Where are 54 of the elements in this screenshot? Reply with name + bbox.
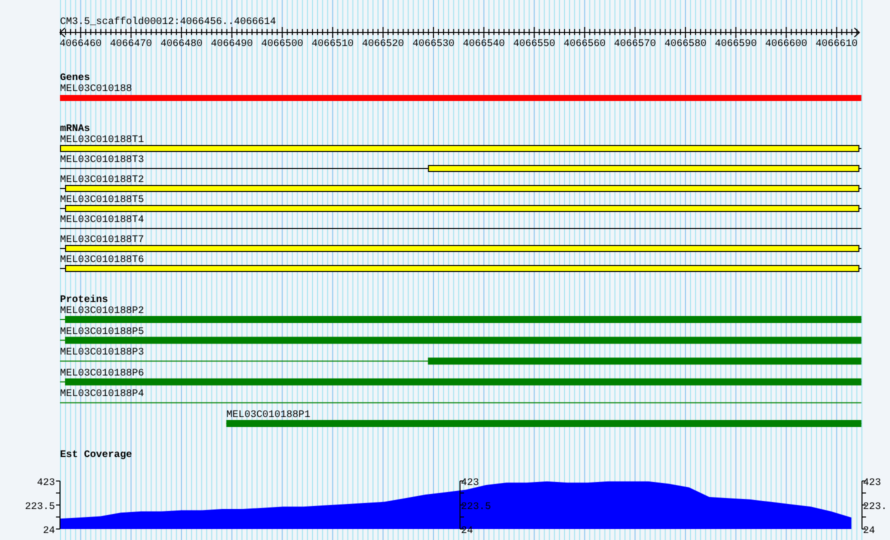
transcript-glyph[interactable] — [60, 145, 862, 152]
transcript-glyph[interactable] — [60, 265, 862, 272]
ruler-tick-label: 4066460 — [60, 39, 102, 50]
protein-glyph[interactable] — [60, 336, 862, 344]
location-title: CM3.5_scaffold00012:4066456..4066614 — [60, 17, 276, 28]
feature-label[interactable]: MEL03C010188T5 — [60, 195, 144, 206]
feature-label[interactable]: MEL03C010188T2 — [60, 175, 144, 186]
feature-label[interactable]: MEL03C010188P1 — [226, 410, 310, 421]
ruler-tick-label: 4066510 — [312, 39, 354, 50]
ruler-tick-label: 4066600 — [765, 39, 808, 50]
ruler-tick-label: 4066480 — [160, 39, 202, 50]
feature-label[interactable]: MEL03C010188T1 — [60, 135, 144, 146]
transcript-glyph[interactable] — [60, 185, 862, 192]
feature-label[interactable]: MEL03C010188P6 — [60, 368, 144, 380]
y-axis — [56, 480, 60, 530]
track-title: Est Coverage — [60, 450, 132, 461]
transcript-glyph[interactable] — [60, 165, 862, 172]
feature-label[interactable]: MEL03C010188P2 — [60, 306, 144, 317]
feature-label[interactable]: MEL03C010188T3 — [60, 155, 144, 166]
ruler-tick-label: 4066520 — [362, 39, 404, 50]
ruler-tick-label: 4066560 — [564, 39, 606, 50]
feature-label[interactable]: MEL03C010188P3 — [60, 348, 144, 359]
ruler-tick-label: 4066580 — [664, 39, 706, 50]
transcript-glyph[interactable] — [60, 205, 862, 212]
axis-tick-label: 223.5 — [461, 502, 492, 513]
ruler-tick-label: 4066490 — [210, 39, 253, 50]
protein-glyph[interactable] — [60, 378, 862, 386]
ruler-tick-label: 4066530 — [412, 39, 454, 50]
ruler-tick-label: 4066590 — [714, 39, 757, 50]
track-title: Proteins — [60, 295, 108, 306]
axis-tick-label: 223. — [863, 502, 888, 513]
feature-label[interactable]: MEL03C010188T4 — [60, 215, 144, 226]
ruler-tick-label: 4066500 — [261, 39, 304, 50]
axis-tick-label: 423 — [863, 478, 882, 489]
axis-tick-label: 423 — [461, 478, 480, 489]
ruler-tick-label: 4066610 — [816, 39, 858, 50]
axis-tick-label: 223.5 — [24, 502, 55, 513]
axis-tick-label: 24 — [42, 526, 55, 537]
feature-label[interactable]: MEL03C010188T7 — [60, 235, 144, 246]
feature-label[interactable]: MEL03C010188P4 — [60, 389, 144, 400]
axis-tick-label: 24 — [863, 526, 876, 537]
feature-label[interactable]: MEL03C010188 — [60, 84, 132, 95]
protein-glyph[interactable] — [60, 358, 862, 365]
axis-tick-label: 423 — [36, 478, 55, 489]
ruler-tick-label: 4066540 — [462, 39, 505, 50]
track-title: Genes — [60, 73, 90, 84]
ruler-tick-label: 4066570 — [614, 39, 656, 50]
track-title: mRNAs — [60, 124, 90, 135]
feature-label[interactable]: MEL03C010188T6 — [60, 255, 144, 266]
feature-label[interactable]: MEL03C010188P5 — [60, 326, 144, 338]
axis-tick-label: 24 — [461, 526, 474, 537]
transcript-glyph[interactable] — [60, 245, 862, 252]
ruler-tick-label: 4066550 — [513, 39, 556, 50]
ruler-tick-label: 4066470 — [110, 39, 152, 50]
